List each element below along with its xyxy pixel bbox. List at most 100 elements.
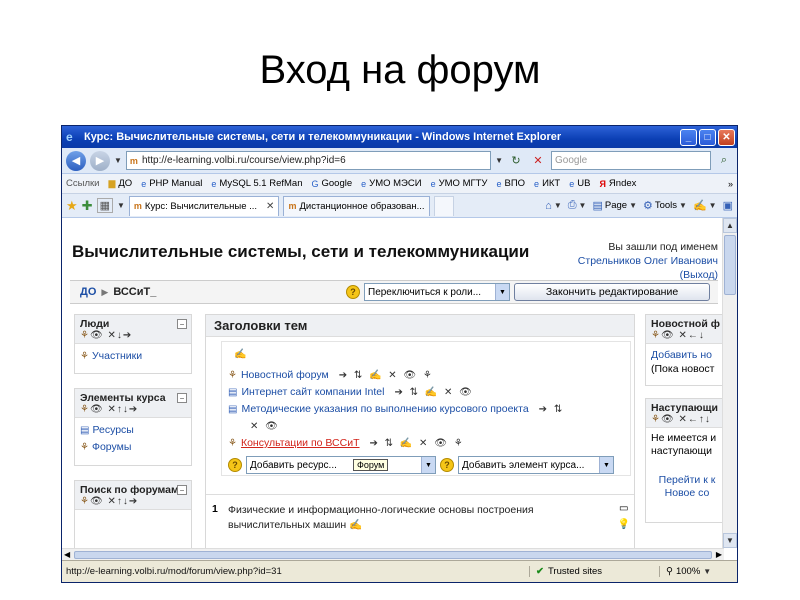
role-select[interactable]: Переключиться к роли... ▼: [364, 283, 510, 301]
help-icon[interactable]: ?: [346, 285, 360, 299]
topic-number: 1: [212, 503, 218, 515]
gear-icon: ⚙: [642, 200, 653, 212]
activity-intel-site: ▤ Интернет сайт компании Intel ➔ ⇅ ✍ ✕ 👁: [228, 384, 624, 401]
url-input[interactable]: m http://e-learning.volbi.ru/course/view…: [125, 151, 492, 170]
collapse-icon[interactable]: −: [177, 319, 187, 329]
block-edit-icons[interactable]: ⚘👁 ✕←↓: [651, 330, 723, 341]
add-resource-select[interactable]: Добавить ресурс... ▼: [246, 456, 436, 474]
scroll-thumb[interactable]: [724, 235, 736, 295]
quick-tabs-icon[interactable]: ▦: [96, 198, 113, 213]
command-bar: ⌂ ▼ ⎙ ▼ ▤ Page ▼ ⚙ Tools ▼ ✍ ▼ ▣: [545, 199, 733, 212]
search-input[interactable]: Google: [551, 151, 711, 170]
site-favicon-icon: m: [288, 201, 297, 211]
ie-page-icon: e: [496, 178, 502, 189]
activity-edit-icons[interactable]: ➔ ⇅: [539, 401, 565, 418]
forward-button[interactable]: ▶: [90, 150, 110, 171]
more-links-icon[interactable]: »: [728, 179, 733, 189]
activity-edit-icons[interactable]: ➔ ⇅ ✍ ✕ 👁: [394, 384, 473, 401]
link-php-manual[interactable]: e PHP Manual: [141, 178, 202, 189]
topic-0: ✍ ⚘ Новостной форум ➔ ⇅ ✍ ✕ 👁 ⚘ ▤ Интерн…: [221, 341, 631, 476]
page-content: Вычислительные системы, сети и телекомму…: [62, 218, 724, 548]
tab-course[interactable]: m Курс: Вычислительные ... ✕: [128, 195, 280, 216]
link-ub[interactable]: e UB: [569, 178, 590, 189]
scroll-left-icon[interactable]: ◀: [64, 550, 70, 559]
add-news-link[interactable]: Добавить но: [651, 349, 712, 361]
go-to-calendar-link[interactable]: Перейти к к: [659, 474, 716, 486]
new-event-link[interactable]: Новое со: [665, 487, 710, 499]
ie-page-icon: e: [569, 178, 575, 189]
intel-site-link[interactable]: Интернет сайт компании Intel: [241, 384, 384, 401]
resources-link[interactable]: Ресурсы: [92, 424, 133, 436]
news-forum-link[interactable]: Новостной форум: [241, 367, 329, 384]
block-edit-icons[interactable]: ⚘👁 ✕↓➔: [80, 330, 186, 341]
link-google[interactable]: G Google: [311, 178, 352, 189]
zoom-level[interactable]: ⚲ 100% ▼: [659, 566, 737, 577]
block-edit-icons[interactable]: ⚘👁 ✕↑↓➔: [80, 404, 186, 415]
guidelines-link[interactable]: Методические указания по выполнению курс…: [241, 401, 528, 418]
end-editing-button[interactable]: Закончить редактирование: [514, 283, 710, 301]
breadcrumb-root[interactable]: ДО: [80, 286, 96, 298]
tab-close-icon[interactable]: ✕: [266, 201, 274, 212]
back-button[interactable]: ◀: [66, 150, 86, 171]
collapse-icon[interactable]: −: [177, 485, 187, 495]
horizontal-scrollbar[interactable]: ◀ ▶: [62, 548, 724, 560]
block-edit-icons[interactable]: ⚘👁 ✕←↑↓: [651, 414, 723, 425]
help-icon[interactable]: ?: [228, 458, 242, 472]
search-icon[interactable]: ⌕: [715, 152, 733, 170]
link-mysql[interactable]: e MySQL 5.1 RefMan: [211, 178, 302, 189]
minimize-button[interactable]: _: [680, 128, 697, 146]
activity-edit-icons[interactable]: ✕ 👁: [250, 418, 280, 435]
research-button[interactable]: ✍ ▼: [693, 199, 717, 212]
url-dropdown-icon[interactable]: ▼: [495, 156, 503, 165]
close-button[interactable]: ✕: [718, 128, 735, 146]
tab-distance-education[interactable]: m Дистанционное образован...: [283, 195, 430, 216]
links-bar: Ссылки ▆ ДО e PHP Manual e MySQL 5.1 RefMan…: [62, 174, 737, 194]
translate-button[interactable]: ▣: [723, 199, 733, 212]
home-button[interactable]: ⌂ ▼: [545, 200, 562, 212]
breadcrumb-current: ВССиТ_: [113, 286, 157, 298]
consultations-link[interactable]: Консультации по ВССиТ: [241, 435, 360, 452]
page-menu[interactable]: ▤ Page ▼: [592, 199, 637, 212]
edit-summary-icon[interactable]: ✍: [234, 346, 248, 363]
tab-list-dropdown-icon[interactable]: ▼: [117, 201, 125, 210]
link-do[interactable]: ▆ ДО: [108, 178, 132, 189]
add-activity-select[interactable]: Добавить элемент курса... ▼: [458, 456, 614, 474]
window-title: Курс: Вычислительные системы, сети и тел…: [84, 131, 562, 143]
scroll-up-icon[interactable]: ▲: [723, 218, 737, 233]
show-only-topic-icon[interactable]: ▭: [618, 501, 630, 517]
stop-icon[interactable]: ✕: [529, 152, 547, 170]
maximize-button[interactable]: □: [699, 128, 716, 146]
link-umo-mesi[interactable]: e УМО МЭСИ: [361, 178, 421, 189]
home-icon: ⌂: [545, 199, 552, 212]
add-favorite-icon[interactable]: ✚: [82, 198, 93, 214]
scroll-down-icon[interactable]: ▼: [723, 533, 737, 548]
collapse-icon[interactable]: −: [177, 393, 187, 403]
help-icon[interactable]: ?: [440, 458, 454, 472]
tools-menu[interactable]: ⚙ Tools ▼: [643, 199, 687, 212]
favorites-star-icon[interactable]: ★: [66, 198, 78, 214]
participants-link[interactable]: Участники: [92, 350, 142, 362]
refresh-icon[interactable]: ↻: [507, 152, 525, 170]
link-yandex[interactable]: Я Яndex: [599, 178, 636, 189]
print-button[interactable]: ⎙ ▼: [568, 199, 587, 212]
page-icon: ▤: [592, 200, 603, 212]
edit-summary-icon[interactable]: ✍: [349, 519, 362, 531]
scroll-right-icon[interactable]: ▶: [716, 550, 722, 559]
activity-edit-icons[interactable]: ➔ ⇅ ✍ ✕ 👁 ⚘: [370, 435, 465, 452]
block-edit-icons[interactable]: ⚘👁 ✕↑↓➔: [80, 496, 186, 507]
link-umo-mgtu[interactable]: e УМО МГТУ: [431, 178, 488, 189]
link-ikt[interactable]: e ИКТ: [534, 178, 560, 189]
link-vpo[interactable]: e ВПО: [496, 178, 525, 189]
scroll-thumb[interactable]: [74, 550, 712, 559]
activity-news-forum: ⚘ Новостной форум ➔ ⇅ ✍ ✕ 👁 ⚘: [228, 367, 624, 384]
forums-link[interactable]: Форумы: [92, 441, 131, 453]
activity-edit-icons[interactable]: ➔ ⇅ ✍ ✕ 👁 ⚘: [339, 367, 434, 384]
people-block: Люди ⚘👁 ✕↓➔ − ⚘ Участники: [74, 314, 192, 374]
user-link[interactable]: Стрельников Олег Иванович: [578, 255, 718, 267]
new-tab-button[interactable]: [433, 195, 454, 216]
security-zone[interactable]: ✔ Trusted sites: [529, 566, 659, 577]
vertical-scrollbar[interactable]: ▲ ▼: [722, 218, 737, 548]
history-dropdown-icon[interactable]: ▼: [114, 156, 122, 165]
topics-header: Заголовки тем: [206, 315, 634, 337]
highlight-lightbulb-icon[interactable]: 💡: [618, 517, 630, 533]
